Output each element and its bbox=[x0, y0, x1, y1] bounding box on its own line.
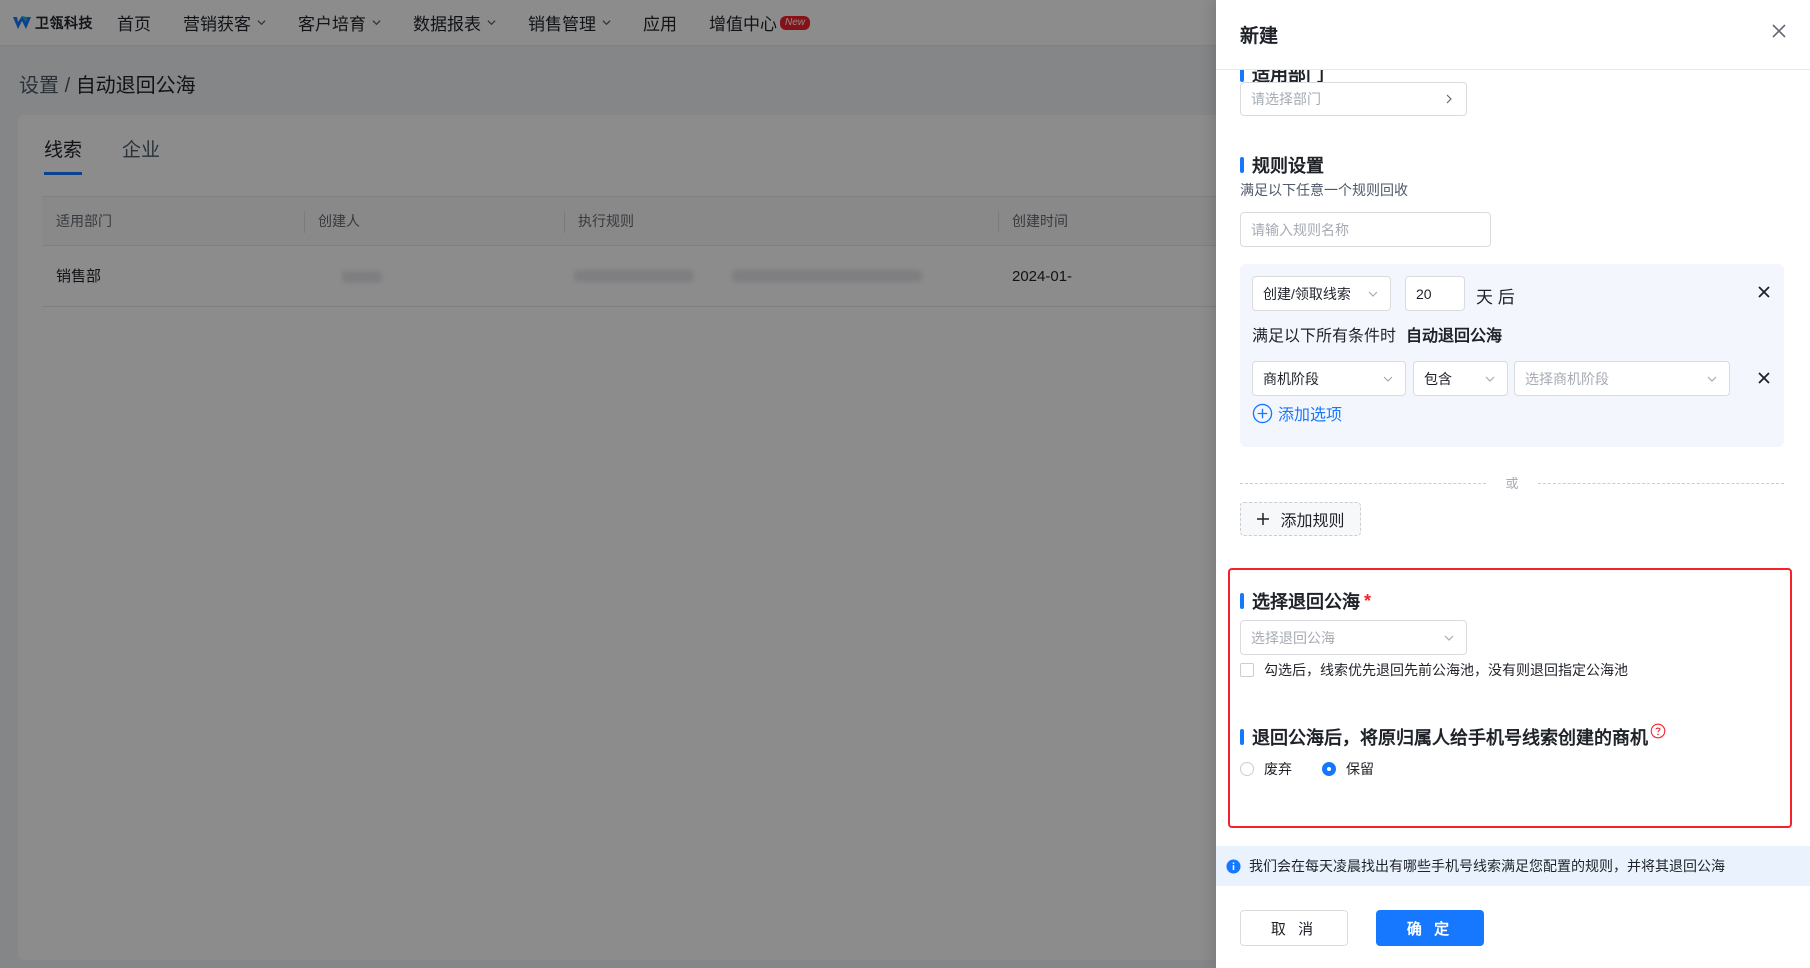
opportunity-section-title-text: 退回公海后，将原归属人给手机号线索创建的商机 bbox=[1252, 728, 1648, 748]
info-icon bbox=[1226, 858, 1241, 874]
drawer-footer: 取 消 确 定 bbox=[1216, 886, 1810, 968]
condition-field-select[interactable]: 商机阶段 bbox=[1252, 361, 1406, 396]
add-option-label: 添加选项 bbox=[1278, 407, 1343, 424]
pool-section-title: 选择退回公海 * bbox=[1240, 588, 1371, 614]
rules-section-title-text: 规则设置 bbox=[1252, 156, 1324, 176]
chevron-down-icon bbox=[1485, 376, 1495, 382]
radio-keep[interactable] bbox=[1322, 762, 1336, 776]
condition-field-value: 商机阶段 bbox=[1263, 370, 1319, 387]
prior-pool-checkbox[interactable] bbox=[1240, 663, 1254, 677]
divider-line bbox=[1538, 483, 1784, 484]
radio-discard[interactable] bbox=[1240, 762, 1254, 776]
cancel-button[interactable]: 取 消 bbox=[1240, 910, 1348, 946]
rules-hint: 满足以下任意一个规则回收 bbox=[1240, 182, 1408, 198]
days-unit: 天 后 bbox=[1476, 288, 1515, 307]
days-input[interactable]: 20 bbox=[1405, 276, 1465, 311]
condition-action: 自动退回公海 bbox=[1406, 328, 1503, 345]
trigger-select[interactable]: 创建/领取线索 bbox=[1252, 276, 1391, 311]
divider-line bbox=[1240, 483, 1486, 484]
radio-option-keep[interactable]: 保留 bbox=[1322, 759, 1374, 779]
or-label: 或 bbox=[1505, 476, 1519, 491]
department-select-placeholder: 请选择部门 bbox=[1251, 91, 1321, 107]
pool-select-placeholder: 选择退回公海 bbox=[1251, 629, 1335, 646]
radio-option-discard[interactable]: 废弃 bbox=[1240, 759, 1292, 779]
or-divider: 或 bbox=[1240, 473, 1784, 493]
chevron-down-icon bbox=[1707, 376, 1717, 382]
required-mark: * bbox=[1364, 590, 1372, 611]
plus-circle-icon bbox=[1252, 403, 1273, 423]
rule-card: 创建/领取线索 20 天 后 满足以下所有条件时自动退回公海 商机阶段 包含 bbox=[1240, 264, 1784, 447]
department-select[interactable]: 请选择部门 bbox=[1240, 82, 1467, 116]
close-icon[interactable] bbox=[1770, 22, 1788, 40]
condition-label: 满足以下所有条件时 自动退回公海 bbox=[1252, 322, 1502, 346]
opportunity-radio-group: 废弃 保留 bbox=[1240, 759, 1404, 779]
drawer-title: 新建 bbox=[1240, 26, 1279, 47]
plus-icon bbox=[1257, 513, 1270, 525]
prior-pool-checkbox-label: 勾选后，线索优先退回先前公海池，没有则退回指定公海池 bbox=[1264, 662, 1628, 678]
help-icon[interactable] bbox=[1650, 723, 1666, 739]
drawer-body[interactable]: 适用部门 请选择部门 规则设置 满足以下任意一个规则回收 请输入规则名称 创建/… bbox=[1216, 70, 1810, 846]
radio-keep-label: 保留 bbox=[1346, 761, 1374, 777]
opportunity-section-title: 退回公海后，将原归属人给手机号线索创建的商机 bbox=[1240, 723, 1666, 750]
pool-select[interactable]: 选择退回公海 bbox=[1240, 620, 1467, 655]
drawer-header: 新建 bbox=[1216, 0, 1810, 70]
rule-name-placeholder: 请输入规则名称 bbox=[1251, 221, 1349, 238]
condition-operator-select[interactable]: 包含 bbox=[1413, 361, 1508, 396]
create-drawer: 新建 适用部门 请选择部门 规则设置 满足以下任意一个规则回收 请输入规则名称 … bbox=[1216, 0, 1810, 968]
chevron-down-icon bbox=[1368, 291, 1378, 297]
days-input-value: 20 bbox=[1416, 285, 1432, 302]
condition-value-placeholder: 选择商机阶段 bbox=[1525, 370, 1609, 387]
condition-value-select[interactable]: 选择商机阶段 bbox=[1514, 361, 1730, 396]
add-option-button[interactable]: 添加选项 bbox=[1252, 401, 1342, 425]
prior-pool-checkbox-row[interactable]: 勾选后，线索优先退回先前公海池，没有则退回指定公海池 bbox=[1240, 660, 1628, 680]
add-rule-button[interactable]: 添加规则 bbox=[1240, 502, 1361, 536]
info-banner: 我们会在每天凌晨找出有哪些手机号线索满足您配置的规则，并将其退回公海 bbox=[1216, 846, 1810, 886]
condition-operator-value: 包含 bbox=[1424, 370, 1452, 387]
remove-rule-icon[interactable] bbox=[1756, 284, 1772, 300]
radio-discard-label: 废弃 bbox=[1264, 761, 1292, 777]
trigger-select-value: 创建/领取线索 bbox=[1263, 285, 1351, 302]
rule-name-input[interactable]: 请输入规则名称 bbox=[1240, 212, 1491, 247]
modal-overlay[interactable] bbox=[0, 0, 1216, 968]
condition-prefix: 满足以下所有条件时 bbox=[1252, 328, 1397, 345]
info-text: 我们会在每天凌晨找出有哪些手机号线索满足您配置的规则，并将其退回公海 bbox=[1249, 858, 1725, 874]
confirm-button[interactable]: 确 定 bbox=[1376, 910, 1484, 946]
rules-section-title: 规则设置 bbox=[1240, 152, 1324, 178]
remove-condition-icon[interactable] bbox=[1756, 370, 1772, 386]
chevron-down-icon bbox=[1444, 635, 1454, 641]
chevron-down-icon bbox=[1383, 376, 1393, 382]
chevron-right-icon bbox=[1446, 94, 1452, 104]
add-rule-label: 添加规则 bbox=[1280, 513, 1345, 530]
pool-section-title-text: 选择退回公海 bbox=[1252, 592, 1360, 612]
